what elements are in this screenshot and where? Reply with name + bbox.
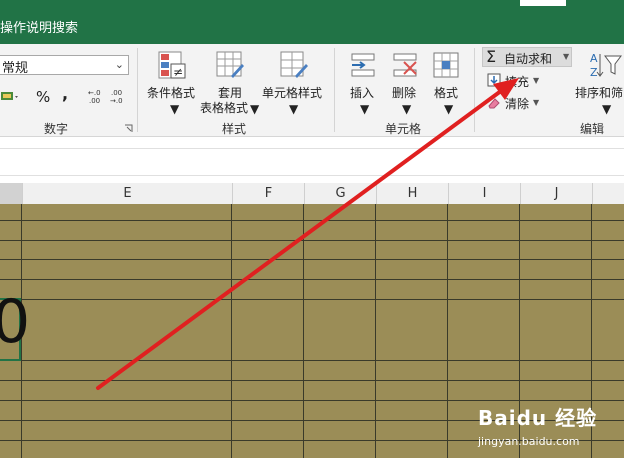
- watermark: Baidu 经验 jingyan.baidu.com: [478, 402, 597, 448]
- watermark-url: jingyan.baidu.com: [478, 435, 580, 448]
- annotation-arrow-icon: [96, 78, 519, 390]
- baidu-logo: Baidu 经验: [478, 406, 598, 430]
